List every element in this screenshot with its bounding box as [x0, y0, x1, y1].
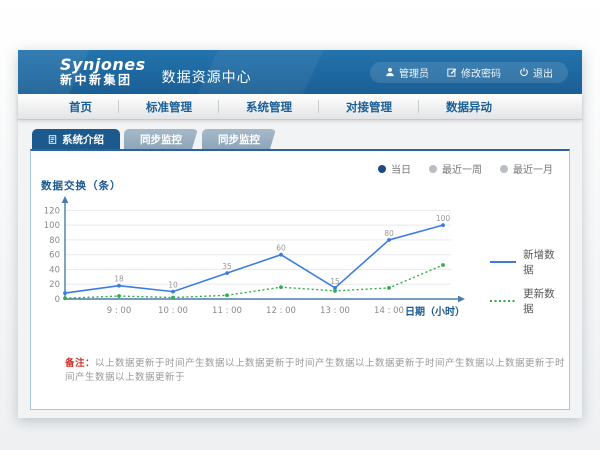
svg-text:14 : 00: 14 : 00 [374, 306, 404, 316]
power-icon [519, 67, 529, 77]
main-nav: 首页标准管理系统管理对接管理数据异动 [18, 94, 582, 120]
content-area: 系统介绍 同步监控 同步监控 当日 最近一周 最近一月 数据交换（条） 0 20 40 60 8… [18, 120, 582, 418]
footnote-text: 以上数据更新于时间产生数据以上数据更新于时间产生数据以上数据更新于时间产生数据以… [65, 358, 565, 383]
tab-2[interactable]: 同步监控 [202, 129, 276, 149]
radio-dot-icon [500, 165, 508, 173]
user-toolbar: 管理员 修改密码 退出 [370, 62, 568, 83]
svg-text:100: 100 [44, 221, 60, 231]
line-chart: 0 20 40 60 80 100 120 9 : 00 10 : 00 11 : 00 12 : … [35, 195, 490, 331]
svg-text:20: 20 [49, 280, 60, 290]
edit-icon [447, 67, 457, 77]
svg-text:13 : 00: 13 : 00 [320, 306, 350, 316]
page-title: 数据资源中心 [162, 67, 252, 87]
radio-dot-icon [429, 165, 437, 173]
tab-label: 同步监控 [218, 132, 260, 147]
user-icon [385, 67, 395, 77]
user-button[interactable]: 管理员 [376, 65, 438, 80]
legend-item-1[interactable]: 更新数据 [490, 286, 565, 316]
svg-text:10 : 00: 10 : 00 [158, 306, 188, 316]
legend-label: 新增数据 [523, 247, 565, 277]
tab-label: 系统介绍 [62, 132, 104, 147]
nav-item-3[interactable]: 对接管理 [319, 94, 419, 119]
chart-area: 0 20 40 60 80 100 120 9 : 00 10 : 00 11 : 00 12 : … [31, 193, 569, 331]
range-filter-group: 当日 最近一周 最近一月 [31, 151, 569, 176]
svg-text:60: 60 [49, 251, 60, 261]
svg-text:120: 120 [44, 206, 60, 216]
radio-option-1[interactable]: 最近一周 [429, 161, 482, 176]
nav-item-0[interactable]: 首页 [42, 94, 119, 119]
brand-logo: Synjones 新中新集团 [60, 57, 146, 86]
document-icon [48, 135, 57, 144]
y-axis-title: 数据交换（条） [41, 178, 569, 193]
nav-item-2[interactable]: 系统管理 [219, 94, 319, 119]
footnote: 备注：以上数据更新于时间产生数据以上数据更新于时间产生数据以上数据更新于时间产生… [65, 355, 569, 383]
power-button[interactable]: 退出 [510, 65, 562, 80]
logo-text-cn: 新中新集团 [60, 74, 146, 87]
svg-text:11 : 00: 11 : 00 [212, 306, 242, 316]
svg-text:80: 80 [384, 229, 394, 238]
nav-item-1[interactable]: 标准管理 [119, 94, 219, 119]
svg-text:10: 10 [168, 281, 178, 290]
user-button-label: 修改密码 [461, 65, 501, 80]
radio-option-2[interactable]: 最近一月 [500, 161, 553, 176]
legend-label: 更新数据 [523, 286, 565, 316]
app-header: Synjones 新中新集团 数据资源中心 管理员 修改密码 退出 [18, 50, 582, 94]
tab-label: 同步监控 [140, 132, 182, 147]
svg-text:12 : 00: 12 : 00 [266, 306, 296, 316]
page-background: Synjones 新中新集团 数据资源中心 管理员修改密码退出 首页标准管理系统… [0, 0, 600, 450]
nav-item-4[interactable]: 数据异动 [419, 94, 519, 119]
svg-text:9 : 00: 9 : 00 [107, 306, 132, 316]
user-button-label: 退出 [533, 65, 553, 80]
tab-bar: 系统介绍 同步监控 同步监控 [30, 128, 570, 149]
radio-label: 最近一月 [513, 161, 553, 176]
svg-text:100: 100 [436, 214, 451, 223]
radio-label: 当日 [391, 161, 411, 176]
svg-text:60: 60 [276, 244, 286, 253]
tab-1[interactable]: 同步监控 [124, 129, 198, 149]
radio-label: 最近一周 [442, 161, 482, 176]
svg-text:35: 35 [222, 262, 232, 271]
chart-legend: 新增数据更新数据 [490, 247, 565, 331]
svg-text:80: 80 [49, 236, 60, 246]
svg-text:0: 0 [55, 295, 60, 305]
svg-text:日期（小时）: 日期（小时） [405, 305, 465, 318]
legend-swatch-icon [490, 298, 516, 304]
footnote-label: 备注： [65, 358, 95, 369]
svg-text:40: 40 [49, 265, 60, 275]
content-panel: 当日 最近一周 最近一月 数据交换（条） 0 20 40 60 80 100 120 9 : 00… [30, 149, 570, 410]
radio-dot-icon [378, 165, 386, 173]
app-window: Synjones 新中新集团 数据资源中心 管理员修改密码退出 首页标准管理系统… [18, 50, 582, 418]
legend-swatch-icon [490, 259, 516, 265]
svg-text:15: 15 [330, 277, 340, 286]
edit-button[interactable]: 修改密码 [438, 65, 510, 80]
tab-0[interactable]: 系统介绍 [32, 129, 120, 149]
user-button-label: 管理员 [399, 65, 429, 80]
radio-option-0[interactable]: 当日 [378, 161, 411, 176]
svg-text:18: 18 [114, 275, 124, 284]
logo-text-en: Synjones [60, 57, 146, 74]
legend-item-0[interactable]: 新增数据 [490, 247, 565, 277]
